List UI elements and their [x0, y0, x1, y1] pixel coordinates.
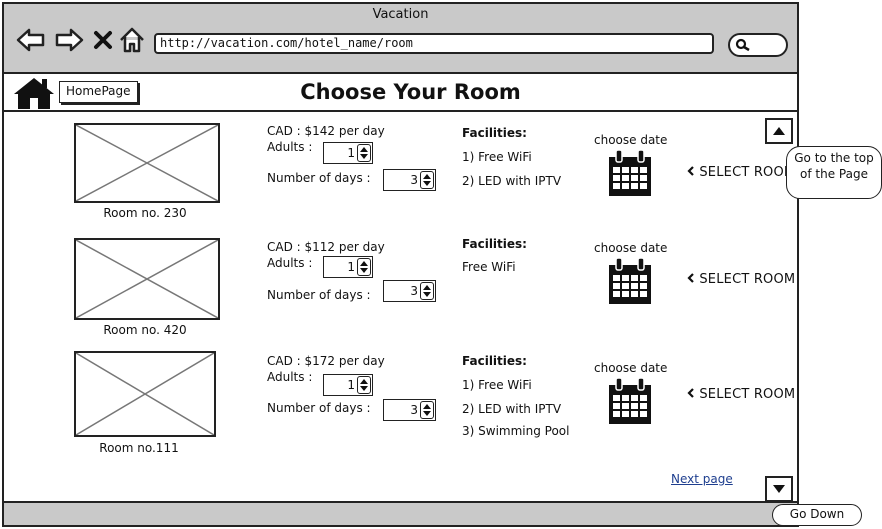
- days-value: 3: [410, 284, 418, 298]
- facility-item: 2) LED with IPTV: [462, 402, 562, 416]
- scroll-up-button[interactable]: [765, 118, 793, 144]
- facility-item: Free WiFi: [462, 260, 516, 274]
- stepper-arrows-icon[interactable]: [420, 401, 434, 419]
- stepper-arrows-icon[interactable]: [357, 258, 371, 276]
- facility-item: 2) LED with IPTV: [462, 174, 562, 188]
- days-label: Number of days :: [267, 171, 371, 185]
- next-page-link[interactable]: Next page: [671, 472, 733, 486]
- close-x-icon[interactable]: [92, 26, 114, 54]
- url-input[interactable]: http://vacation.com/hotel_name/room: [154, 33, 714, 54]
- calendar-icon[interactable]: [607, 257, 653, 310]
- adults-value: 1: [347, 378, 355, 392]
- facilities-heading: Facilities:: [462, 126, 527, 140]
- facility-item: 1) Free WiFi: [462, 378, 532, 392]
- room-price: CAD : $172 per day: [267, 354, 385, 368]
- page-header: HomePage Choose Your Room: [4, 74, 797, 112]
- callout-scroll-top-text: Go to the top of the Page: [794, 151, 874, 181]
- days-stepper[interactable]: 3: [383, 280, 436, 302]
- days-label: Number of days :: [267, 288, 371, 302]
- facilities-heading: Facilities:: [462, 237, 527, 251]
- days-stepper[interactable]: 3: [383, 399, 436, 421]
- search-button[interactable]: [728, 33, 788, 57]
- adults-stepper[interactable]: 1: [323, 374, 373, 396]
- home-icon[interactable]: [118, 26, 146, 54]
- adults-label: Adults :: [267, 370, 313, 384]
- adults-value: 1: [347, 260, 355, 274]
- adults-value: 1: [347, 146, 355, 160]
- adults-label: Adults :: [267, 140, 313, 154]
- choose-date-label: choose date: [594, 241, 668, 255]
- stepper-arrows-icon[interactable]: [357, 144, 371, 162]
- chevron-left-icon: [687, 273, 694, 283]
- forward-arrow-icon[interactable]: [54, 26, 84, 54]
- adults-label: Adults :: [267, 256, 313, 270]
- chevron-left-icon: [687, 166, 694, 176]
- calendar-icon[interactable]: [607, 149, 653, 202]
- select-room-label: SELECT ROOM: [699, 387, 796, 402]
- search-icon: [735, 38, 750, 52]
- status-bar: [4, 501, 797, 525]
- choose-date-label: choose date: [594, 361, 668, 375]
- stepper-arrows-icon[interactable]: [357, 376, 371, 394]
- days-value: 3: [410, 403, 418, 417]
- browser-chrome: Vacation http://vacation.com/hotel_name/…: [4, 4, 797, 74]
- room-image-placeholder: [74, 238, 220, 320]
- days-value: 3: [410, 173, 418, 187]
- adults-stepper[interactable]: 1: [323, 256, 373, 278]
- page-title: Choose Your Room: [300, 80, 521, 104]
- browser-window: Vacation http://vacation.com/hotel_name/…: [2, 2, 799, 527]
- window-title: Vacation: [372, 7, 429, 22]
- room-price: CAD : $142 per day: [267, 124, 385, 138]
- choose-date-label: choose date: [594, 133, 668, 147]
- days-stepper[interactable]: 3: [383, 169, 436, 191]
- scroll-down-icon: [773, 485, 785, 493]
- room-card: Room no.111 CAD : $172 per day Adults : …: [4, 344, 797, 455]
- calendar-icon[interactable]: [607, 377, 653, 430]
- select-room-button[interactable]: SELECT ROOM: [687, 165, 795, 180]
- days-label: Number of days :: [267, 401, 371, 415]
- scroll-up-icon: [773, 127, 785, 135]
- adults-stepper[interactable]: 1: [323, 142, 373, 164]
- room-name: Room no. 420: [103, 323, 187, 337]
- room-image-placeholder: [74, 123, 220, 203]
- room-price: CAD : $112 per day: [267, 240, 385, 254]
- room-card: Room no. 230 CAD : $142 per day Adults :…: [4, 116, 797, 226]
- room-card: Room no. 420 CAD : $112 per day Adults :…: [4, 230, 797, 340]
- select-room-label: SELECT ROOM: [699, 272, 796, 287]
- select-room-label: SELECT ROOM: [699, 165, 796, 180]
- room-image-placeholder: [74, 351, 216, 437]
- select-room-button[interactable]: SELECT ROOM: [687, 272, 795, 287]
- scroll-down-button[interactable]: [765, 476, 793, 502]
- callout-scroll-down: Go Down: [772, 504, 862, 526]
- chevron-left-icon: [687, 388, 694, 398]
- stepper-arrows-icon[interactable]: [420, 171, 434, 189]
- room-name: Room no. 230: [103, 206, 187, 220]
- facilities-heading: Facilities:: [462, 354, 527, 368]
- callout-scroll-down-text: Go Down: [789, 507, 845, 521]
- stepper-arrows-icon[interactable]: [420, 282, 434, 300]
- callout-scroll-top: Go to the top of the Page: [786, 146, 882, 199]
- select-room-button[interactable]: SELECT ROOM: [687, 387, 795, 402]
- back-arrow-icon[interactable]: [16, 26, 46, 54]
- facility-item: 3) Swimming Pool: [462, 424, 570, 438]
- facility-item: 1) Free WiFi: [462, 150, 532, 164]
- room-name: Room no.111: [99, 441, 179, 455]
